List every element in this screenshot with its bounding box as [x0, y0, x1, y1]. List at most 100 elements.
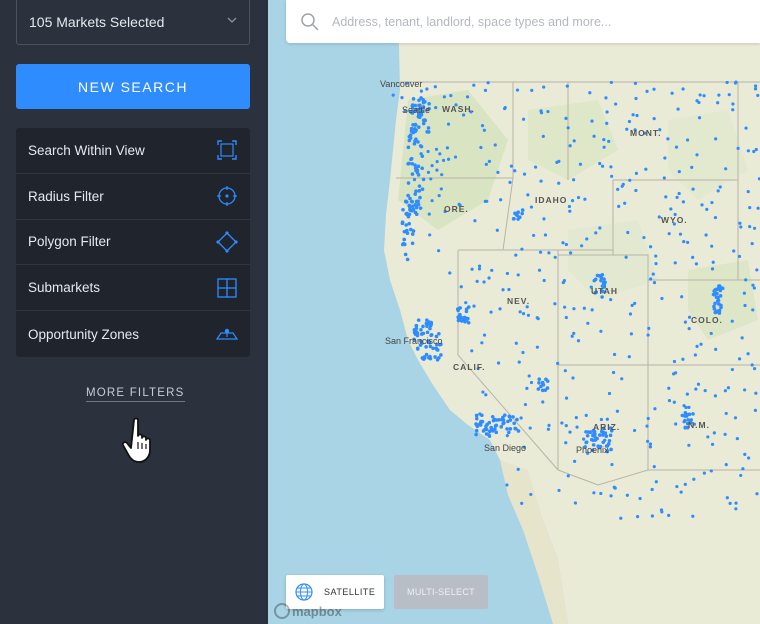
- listing-marker[interactable]: [499, 418, 503, 422]
- listing-marker[interactable]: [508, 427, 513, 431]
- listing-marker[interactable]: [610, 462, 614, 467]
- listing-marker[interactable]: [703, 388, 707, 393]
- listing-marker[interactable]: [456, 315, 460, 319]
- listing-marker[interactable]: [517, 360, 521, 364]
- listing-marker[interactable]: [670, 91, 674, 95]
- listing-marker[interactable]: [423, 118, 427, 122]
- listing-marker[interactable]: [702, 94, 706, 98]
- listing-marker[interactable]: [584, 413, 588, 417]
- listing-marker[interactable]: [654, 480, 658, 484]
- listing-marker[interactable]: [477, 267, 482, 271]
- listing-marker[interactable]: [527, 374, 531, 378]
- listing-marker[interactable]: [498, 307, 502, 311]
- listing-marker[interactable]: [499, 198, 503, 202]
- listing-marker[interactable]: [402, 237, 407, 242]
- listing-marker[interactable]: [416, 173, 421, 177]
- listing-marker[interactable]: [714, 347, 718, 351]
- listing-marker[interactable]: [650, 487, 654, 492]
- listing-marker[interactable]: [695, 344, 699, 348]
- listing-marker[interactable]: [555, 160, 559, 165]
- filter-submarkets[interactable]: Submarkets: [16, 265, 250, 312]
- listing-marker[interactable]: [561, 241, 565, 245]
- listing-marker[interactable]: [480, 341, 484, 345]
- listing-marker[interactable]: [572, 178, 576, 182]
- listing-marker[interactable]: [724, 167, 728, 171]
- listing-marker[interactable]: [654, 254, 658, 258]
- listing-marker[interactable]: [481, 429, 486, 433]
- listing-marker[interactable]: [473, 219, 477, 223]
- listing-marker[interactable]: [710, 200, 714, 205]
- listing-marker[interactable]: [404, 212, 408, 216]
- listing-marker[interactable]: [420, 166, 424, 171]
- listing-marker[interactable]: [607, 139, 611, 143]
- listing-marker[interactable]: [691, 412, 695, 416]
- listing-marker[interactable]: [407, 221, 411, 226]
- listing-marker[interactable]: [731, 108, 735, 112]
- listing-marker[interactable]: [557, 488, 561, 493]
- listing-marker[interactable]: [428, 323, 433, 328]
- listing-marker[interactable]: [568, 209, 572, 213]
- listing-marker[interactable]: [424, 352, 429, 357]
- listing-marker[interactable]: [603, 438, 607, 442]
- listing-marker[interactable]: [607, 391, 612, 396]
- listing-marker[interactable]: [438, 152, 442, 156]
- listing-marker[interactable]: [592, 491, 596, 495]
- listing-marker[interactable]: [541, 383, 546, 387]
- listing-marker[interactable]: [496, 170, 500, 174]
- listing-marker[interactable]: [602, 281, 606, 285]
- listing-marker[interactable]: [667, 386, 671, 390]
- listing-marker[interactable]: [470, 267, 474, 271]
- listing-marker[interactable]: [681, 200, 685, 204]
- listing-marker[interactable]: [713, 310, 718, 314]
- listing-marker[interactable]: [629, 332, 633, 336]
- listing-marker[interactable]: [474, 416, 479, 421]
- listing-marker[interactable]: [575, 425, 579, 429]
- listing-marker[interactable]: [518, 310, 522, 314]
- listing-marker[interactable]: [546, 109, 550, 114]
- listing-marker[interactable]: [710, 267, 715, 271]
- listing-marker[interactable]: [713, 301, 717, 306]
- listing-marker[interactable]: [652, 87, 656, 91]
- listing-marker[interactable]: [478, 412, 482, 416]
- listing-marker[interactable]: [593, 277, 598, 282]
- listing-marker[interactable]: [496, 361, 501, 365]
- listing-marker[interactable]: [650, 514, 655, 518]
- listing-marker[interactable]: [686, 240, 690, 245]
- listing-marker[interactable]: [416, 199, 420, 204]
- listing-marker[interactable]: [609, 165, 613, 169]
- listing-marker[interactable]: [743, 303, 747, 308]
- listing-marker[interactable]: [667, 398, 672, 403]
- listing-marker[interactable]: [685, 138, 690, 142]
- listing-marker[interactable]: [404, 223, 408, 227]
- listing-marker[interactable]: [599, 417, 603, 422]
- listing-marker[interactable]: [464, 318, 469, 322]
- multi-select-button[interactable]: MULTI-SELECT: [394, 575, 488, 609]
- listing-marker[interactable]: [646, 416, 650, 421]
- listing-marker[interactable]: [435, 168, 439, 172]
- listing-marker[interactable]: [683, 482, 687, 486]
- listing-marker[interactable]: [578, 162, 583, 166]
- listing-marker[interactable]: [647, 326, 651, 330]
- listing-marker[interactable]: [727, 93, 731, 97]
- listing-marker[interactable]: [572, 139, 576, 143]
- listing-marker[interactable]: [597, 274, 602, 278]
- listing-marker[interactable]: [405, 257, 410, 262]
- listing-marker[interactable]: [446, 157, 451, 161]
- listing-marker[interactable]: [520, 208, 525, 212]
- listing-marker[interactable]: [474, 432, 478, 437]
- listing-marker[interactable]: [734, 501, 738, 505]
- listing-marker[interactable]: [709, 469, 713, 473]
- listing-marker[interactable]: [625, 127, 629, 131]
- listing-marker[interactable]: [459, 319, 464, 323]
- listing-marker[interactable]: [690, 165, 694, 169]
- listing-marker[interactable]: [695, 153, 699, 157]
- listing-marker[interactable]: [532, 233, 536, 238]
- listing-marker[interactable]: [755, 268, 759, 272]
- listing-marker[interactable]: [626, 230, 630, 235]
- listing-marker[interactable]: [521, 350, 525, 355]
- listing-marker[interactable]: [642, 235, 646, 240]
- listing-marker[interactable]: [648, 245, 653, 249]
- listing-marker[interactable]: [631, 113, 635, 117]
- listing-marker[interactable]: [691, 255, 695, 259]
- listing-marker[interactable]: [519, 416, 523, 420]
